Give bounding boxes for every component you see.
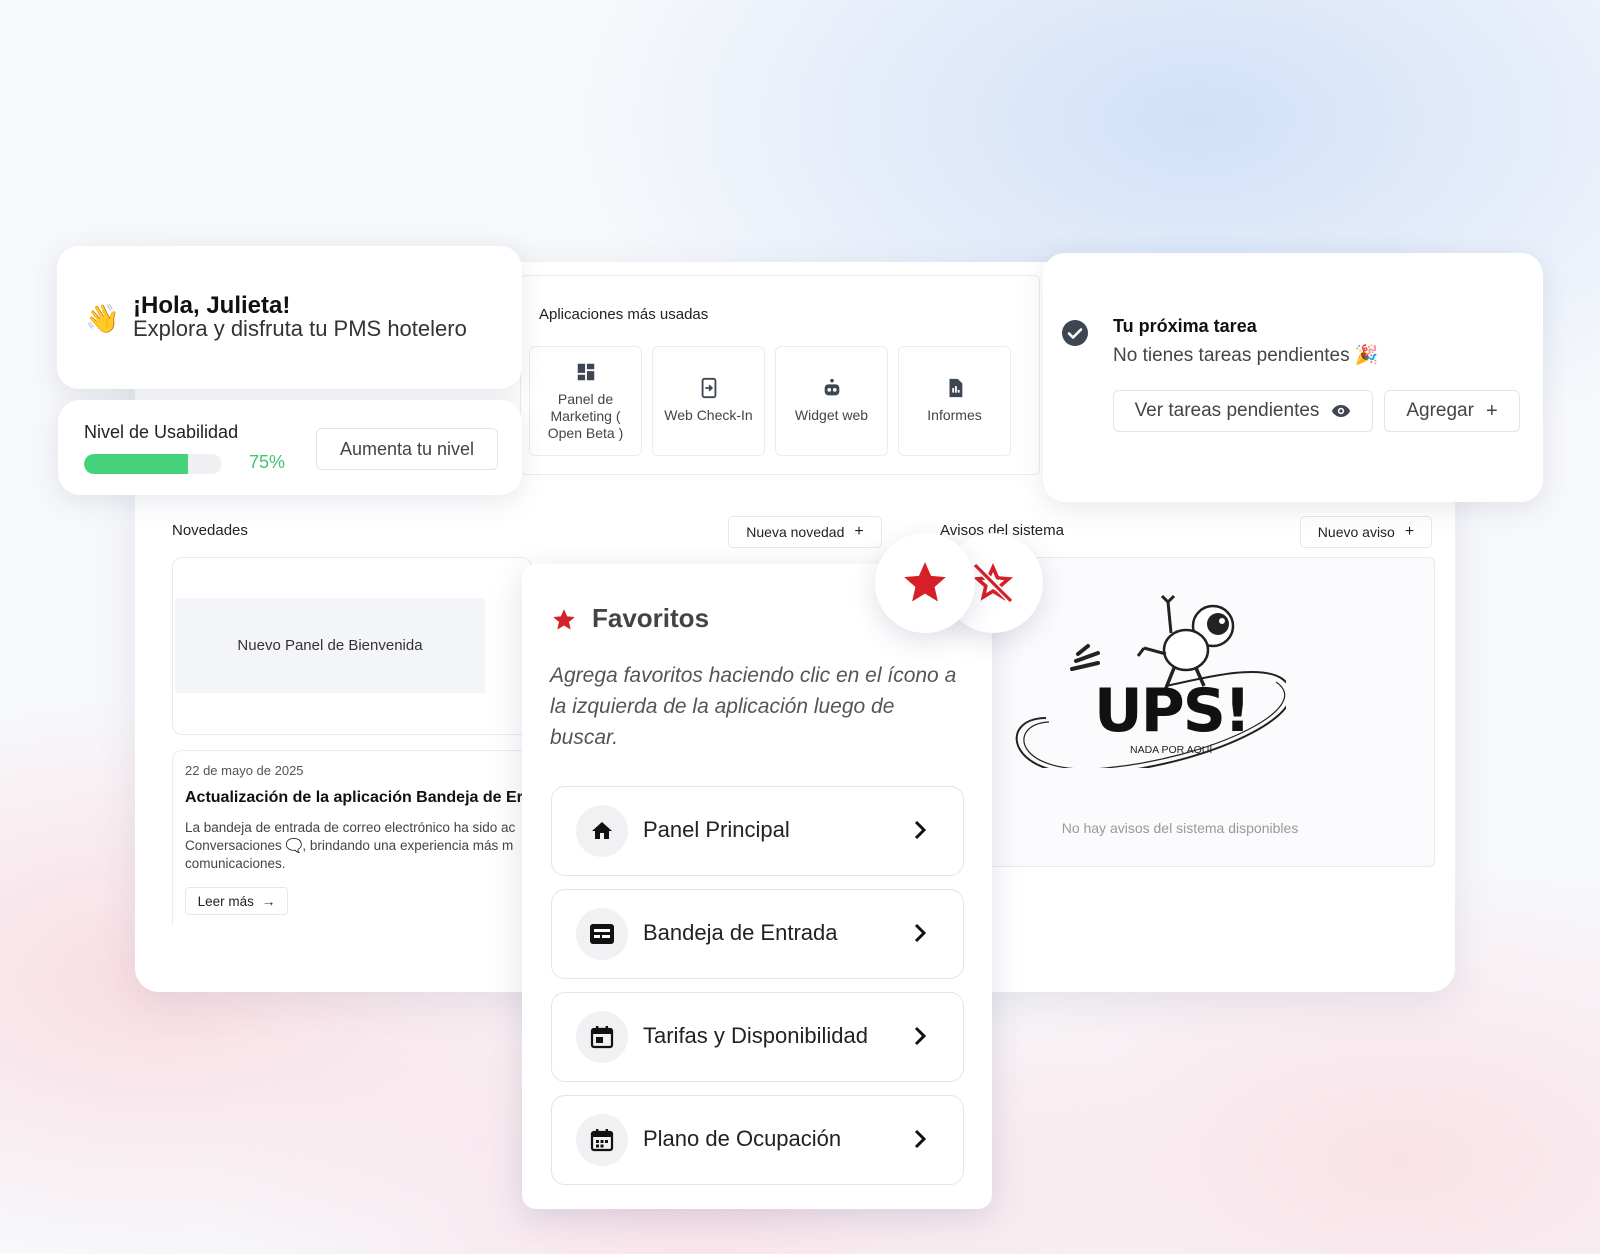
app-tile-marketing[interactable]: Panel de Marketing ( Open Beta ): [529, 346, 642, 456]
favorite-icon-wrap: [576, 908, 628, 960]
ups-illustration-text: UPS!: [1094, 676, 1251, 746]
increase-level-button[interactable]: Aumenta tu nivel: [316, 428, 498, 470]
new-notice-button[interactable]: Nuevo aviso +: [1300, 516, 1432, 548]
favorites-description: Agrega favoritos haciendo clic en el íco…: [550, 664, 957, 749]
star-icon: [904, 562, 946, 602]
news-article: 22 de mayo de 2025 Actualización de la a…: [172, 750, 532, 925]
task-title: Tu próxima tarea: [1113, 316, 1257, 336]
new-news-button[interactable]: Nueva novedad +: [728, 516, 882, 548]
report-icon: [949, 378, 962, 398]
news-body-line: Conversaciones 🗨️, brindando una experie…: [185, 838, 514, 853]
app-tile-widget-web[interactable]: Widget web: [775, 346, 888, 456]
illustration-caption: NADA POR AQUÍ: [1130, 744, 1213, 756]
favorite-star-button[interactable]: [875, 533, 975, 633]
calendar-grid-icon: [590, 1129, 614, 1152]
favorite-icon-wrap: [576, 1011, 628, 1063]
favorite-icon-wrap: [576, 805, 628, 857]
favorite-item-bandeja-de-entrada[interactable]: Bandeja de Entrada: [551, 889, 964, 979]
check-circle-icon: [1062, 320, 1088, 346]
app-label: Widget web: [794, 407, 869, 423]
app-label: Informes: [927, 407, 982, 423]
view-pending-tasks-button[interactable]: Ver tareas pendientes: [1113, 390, 1373, 432]
news-title: Novedades: [172, 522, 248, 539]
favorites-title: Favoritos: [592, 603, 710, 633]
favorite-item-panel-principal[interactable]: Panel Principal: [551, 786, 964, 876]
app-tile-informes[interactable]: Informes: [898, 346, 1011, 456]
favorite-label: Panel Principal: [643, 817, 790, 842]
read-more-button[interactable]: Leer más →: [185, 887, 288, 915]
news-banner: Nuevo Panel de Bienvenida: [175, 598, 485, 693]
plus-icon: +: [854, 523, 864, 540]
plus-icon: +: [1485, 399, 1498, 422]
favorite-label: Tarifas y Disponibilidad: [643, 1023, 868, 1048]
chevron-right-icon: [914, 820, 927, 840]
home-icon: [592, 822, 612, 839]
inbox-icon: [590, 924, 614, 944]
add-task-button[interactable]: Agregar +: [1384, 390, 1520, 432]
usability-percent: 75%: [249, 452, 286, 472]
plus-icon: +: [1404, 523, 1415, 540]
arrow-right-icon: →: [261, 893, 276, 909]
greeting-subtitle: Explora y disfruta tu PMS hotelero: [133, 316, 467, 341]
new-news-label: Nueva novedad: [746, 524, 845, 540]
chevron-right-icon: [914, 923, 927, 943]
favorite-item-plano-de-ocupacion[interactable]: Plano de Ocupación: [551, 1095, 964, 1185]
notices-empty-text: No hay avisos del sistema disponibles: [1061, 820, 1299, 836]
apps-title: Aplicaciones más usadas: [539, 306, 709, 323]
usability-title: Nivel de Usabilidad: [84, 422, 239, 442]
favorite-label: Plano de Ocupación: [643, 1126, 842, 1151]
chevron-right-icon: [914, 1129, 927, 1149]
favorite-icon-wrap: [576, 1114, 628, 1166]
view-pending-tasks-label: Ver tareas pendientes: [1134, 400, 1320, 421]
task-subtitle: No tienes tareas pendientes 🎉: [1113, 345, 1379, 366]
star-off-icon: [972, 562, 1014, 604]
news-banner-label: Nuevo Panel de Bienvenida: [237, 637, 423, 654]
news-body-line: comunicaciones.: [185, 856, 286, 871]
usability-progress-bar: [84, 454, 222, 474]
robot-icon: [824, 378, 839, 396]
eye-icon: [1332, 405, 1351, 417]
app-tile-web-checkin[interactable]: Web Check-In: [652, 346, 765, 456]
calendar-icon: [590, 1026, 614, 1049]
app-label: Panel de Marketing ( Open Beta ): [547, 391, 624, 441]
favorite-item-tarifas-y-disponibilidad[interactable]: Tarifas y Disponibilidad: [551, 992, 964, 1082]
star-icon: [553, 609, 575, 630]
dashboard-icon: [577, 363, 594, 381]
wave-emoji: 👋: [85, 303, 120, 334]
news-date: 22 de mayo de 2025: [185, 763, 304, 778]
news-headline: Actualización de la aplicación Bandeja d…: [185, 789, 523, 806]
news-featured-card[interactable]: Nuevo Panel de Bienvenida: [172, 557, 532, 735]
usability-progress-fill: [84, 454, 188, 474]
phone-login-icon: [701, 377, 716, 399]
news-body: La bandeja de entrada de correo electrón…: [185, 819, 532, 873]
most-used-apps-panel: Aplicaciones más usadas Panel de Marketi…: [520, 275, 1040, 475]
read-more-label: Leer más: [197, 893, 254, 909]
app-label: Web Check-In: [664, 407, 753, 423]
add-task-label: Agregar: [1406, 400, 1474, 421]
chevron-right-icon: [914, 1026, 927, 1046]
favorite-label: Bandeja de Entrada: [643, 920, 838, 945]
next-task-card: [1043, 253, 1543, 502]
news-body-line: La bandeja de entrada de correo electrón…: [185, 820, 516, 835]
new-notice-label: Nuevo aviso: [1317, 524, 1395, 540]
